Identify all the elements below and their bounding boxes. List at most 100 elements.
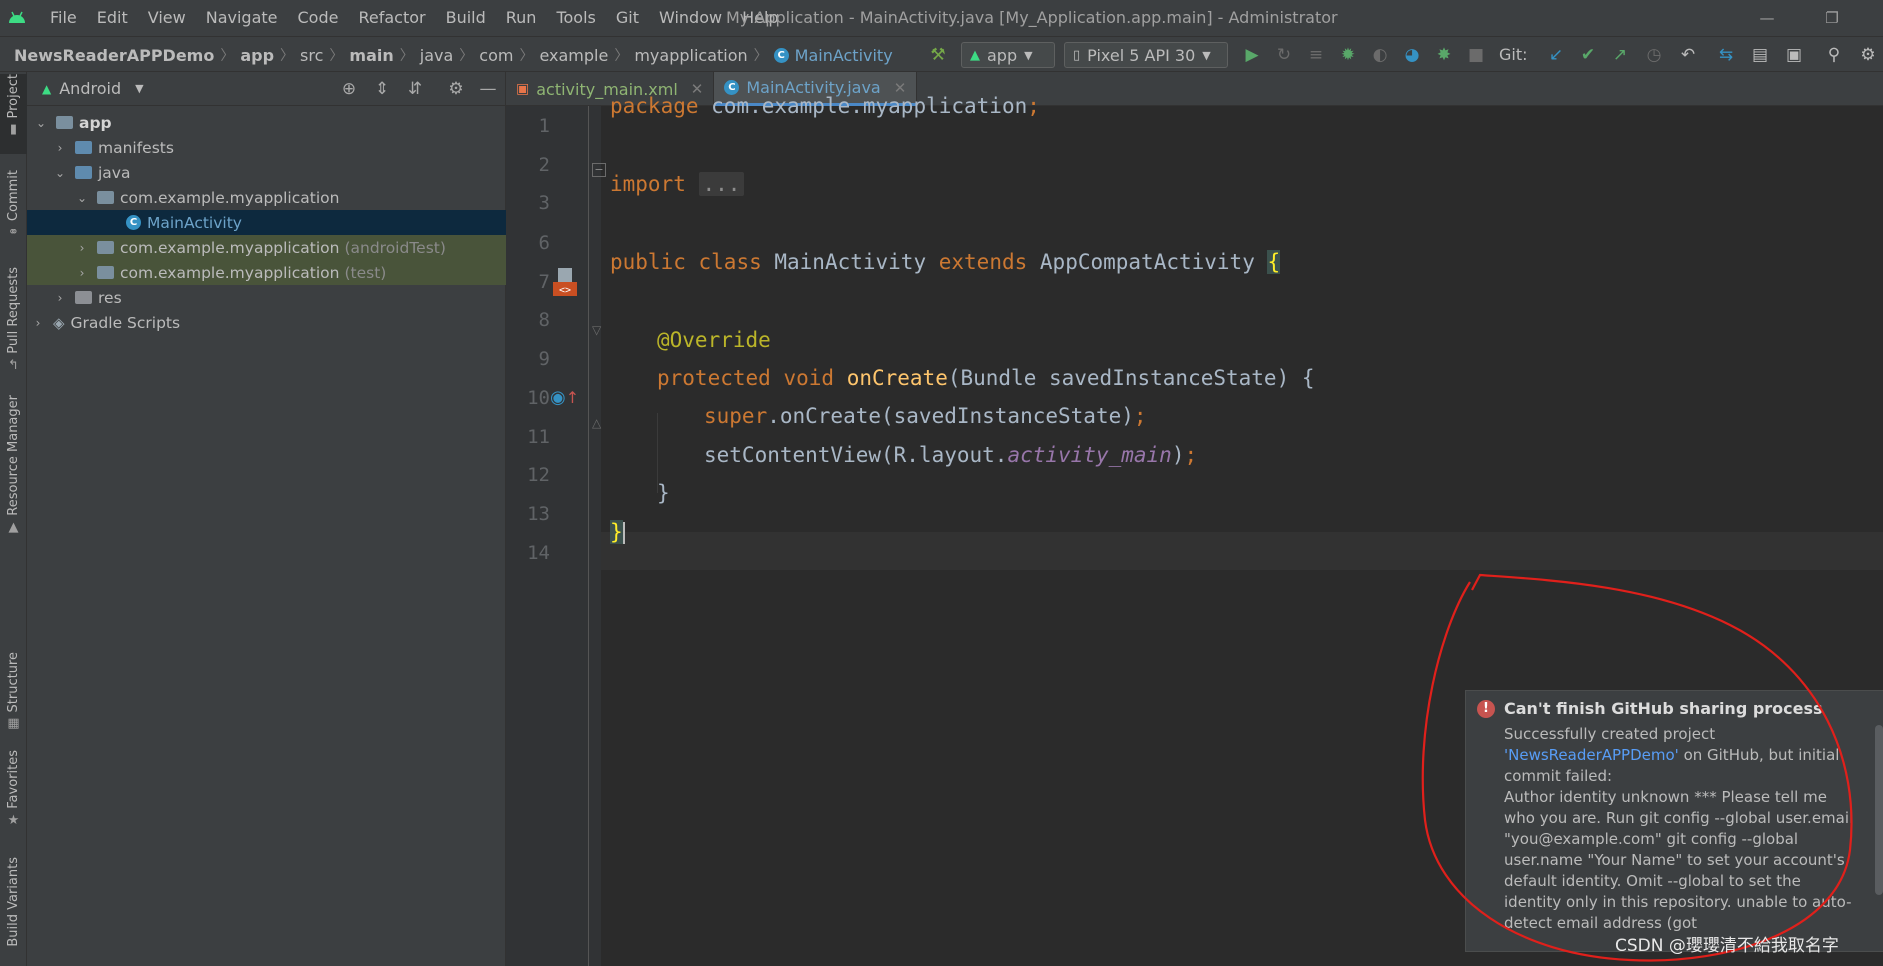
- code-line-7: public class MainActivity extends AppCom…: [610, 250, 1281, 274]
- tree-item-package-androidtest[interactable]: › com.example.myapplication (androidTest…: [27, 235, 506, 260]
- code-token: package: [610, 94, 699, 118]
- tree-item-package-test[interactable]: › com.example.myapplication (test): [27, 260, 506, 285]
- hide-panel-icon[interactable]: —: [475, 72, 501, 106]
- apply-changes-icon[interactable]: ↻: [1272, 37, 1296, 73]
- coverage-icon[interactable]: ◐: [1368, 37, 1392, 73]
- svg-text:<>: <>: [559, 285, 571, 296]
- apply-code-changes-icon[interactable]: ≡: [1304, 37, 1328, 73]
- run-icon[interactable]: ▶: [1240, 37, 1264, 73]
- code-token: ;: [1027, 94, 1040, 118]
- override-marker-icon[interactable]: ◉↑: [550, 387, 580, 411]
- profile-icon[interactable]: ◕: [1400, 37, 1424, 73]
- menu-build[interactable]: Build: [436, 0, 496, 36]
- run-config-select[interactable]: ▲ app ▼: [961, 42, 1055, 68]
- tree-item-label: Gradle Scripts: [70, 313, 181, 332]
- tool-tab-structure[interactable]: Structure ▦: [0, 652, 27, 737]
- settings-gear-icon[interactable]: ⚙: [443, 72, 469, 106]
- sync-gradle-icon[interactable]: ⇆: [1714, 37, 1738, 73]
- collapse-all-icon[interactable]: ⇵: [402, 72, 428, 106]
- git-push-icon[interactable]: ↗: [1608, 37, 1632, 73]
- crumb-project[interactable]: NewsReaderAPPDemo: [14, 46, 214, 65]
- res-folder-icon: [75, 291, 92, 304]
- watermark: CSDN @瓔瓔清不給我取名字: [1615, 936, 1839, 956]
- code-token: ;: [1133, 404, 1147, 428]
- menu-run[interactable]: Run: [496, 0, 547, 36]
- menu-edit[interactable]: Edit: [87, 0, 138, 36]
- debug-icon[interactable]: ✹: [1336, 37, 1360, 73]
- stop-icon[interactable]: ■: [1464, 37, 1488, 73]
- menu-navigate[interactable]: Navigate: [196, 0, 288, 36]
- attach-debugger-icon[interactable]: ✸: [1432, 37, 1456, 73]
- menu-refactor[interactable]: Refactor: [348, 0, 435, 36]
- tool-tab-resource-manager-label: Resource Manager: [6, 395, 21, 516]
- code-token: @Override: [657, 328, 771, 352]
- menu-file[interactable]: File: [40, 0, 87, 36]
- build-hammer-icon[interactable]: ⚒: [926, 37, 950, 73]
- device-select[interactable]: ▯ Pixel 5 API 30 ▼: [1064, 42, 1228, 68]
- settings-gear-icon[interactable]: ⚙: [1856, 37, 1880, 73]
- tool-tab-project[interactable]: Project ▮: [0, 74, 27, 154]
- menu-bar: File Edit View Navigate Code Refactor Bu…: [40, 0, 789, 36]
- code-token: ): [1171, 443, 1185, 467]
- fold-marker-icon[interactable]: ▽: [592, 323, 606, 337]
- crumb-main[interactable]: main: [349, 46, 393, 65]
- locate-file-icon[interactable]: ⊕: [336, 72, 362, 106]
- tool-tab-build-variants[interactable]: Build Variants: [0, 857, 27, 957]
- rollback-icon[interactable]: ↶: [1676, 37, 1700, 73]
- tool-tab-commit[interactable]: Commit ⚭: [0, 170, 27, 244]
- crumb-myapplication[interactable]: myapplication: [634, 46, 747, 65]
- git-update-icon[interactable]: ↙: [1544, 37, 1568, 73]
- menu-tools[interactable]: Tools: [546, 0, 605, 36]
- tree-item-java[interactable]: ⌄ java: [27, 160, 506, 185]
- fold-toggle-icon[interactable]: −: [592, 163, 606, 177]
- restore-button[interactable]: ❐: [1809, 0, 1855, 36]
- project-view-select[interactable]: ▲ Android ▼: [42, 79, 144, 98]
- tool-tab-resource-manager[interactable]: Resource Manager ▲: [0, 395, 27, 540]
- tree-item-package-main[interactable]: ⌄ com.example.myapplication: [27, 185, 506, 210]
- tree-item-mainactivity[interactable]: C MainActivity: [27, 210, 506, 235]
- crumb-example[interactable]: example: [539, 46, 608, 65]
- crumb-java[interactable]: java: [420, 46, 454, 65]
- menu-view[interactable]: View: [138, 0, 196, 36]
- line-number: 8: [538, 309, 550, 331]
- layout-xml-icon: ▣: [516, 81, 530, 97]
- sdk-manager-icon[interactable]: ▣: [1782, 37, 1806, 73]
- tree-item-manifests[interactable]: › manifests: [27, 135, 506, 160]
- tree-item-app[interactable]: ⌄ app: [27, 110, 506, 135]
- code-token: super: [704, 404, 768, 428]
- project-view-label: Android: [59, 79, 122, 98]
- avd-manager-icon[interactable]: ▤: [1748, 37, 1772, 73]
- crumb-com[interactable]: com: [479, 46, 513, 65]
- expand-all-icon[interactable]: ⇕: [369, 72, 395, 106]
- notification-text: Successfully created project: [1504, 725, 1716, 743]
- git-commit-icon[interactable]: ✔: [1576, 37, 1600, 73]
- tree-item-gradle-scripts[interactable]: › ◈ Gradle Scripts: [27, 310, 506, 335]
- project-link[interactable]: 'NewsReaderAPPDemo': [1504, 746, 1679, 764]
- fold-marker-icon[interactable]: △: [592, 416, 606, 430]
- pull-request-icon: ↰: [8, 357, 19, 373]
- search-icon[interactable]: ⚲: [1822, 37, 1846, 73]
- folded-imports[interactable]: ...: [698, 172, 745, 196]
- notification-scrollbar[interactable]: [1875, 725, 1883, 895]
- layout-preview-gutter-icon[interactable]: <>: [552, 266, 578, 298]
- crumb-mainactivity[interactable]: MainActivity: [795, 46, 893, 65]
- tool-tab-pull-requests[interactable]: Pull Requests ↰: [0, 267, 27, 377]
- tool-tab-favorites[interactable]: Favorites ★: [0, 750, 27, 835]
- tool-tab-project-label: Project: [6, 74, 21, 119]
- crumb-src[interactable]: src: [300, 46, 323, 65]
- crumb-app[interactable]: app: [240, 46, 274, 65]
- chevron-right-icon: ›: [35, 315, 41, 330]
- gutter-divider: [588, 106, 589, 966]
- notification-body: Successfully created project 'NewsReader…: [1504, 724, 1860, 934]
- code-token: ;: [1184, 443, 1198, 467]
- menu-git[interactable]: Git: [606, 0, 649, 36]
- android-icon: ▲: [42, 81, 52, 96]
- code-line-9: @Override: [657, 328, 771, 352]
- line-number: 11: [527, 426, 550, 448]
- minimize-button[interactable]: —: [1744, 0, 1790, 36]
- history-icon[interactable]: ◷: [1642, 37, 1666, 73]
- menu-window[interactable]: Window: [649, 0, 732, 36]
- tree-item-res[interactable]: › res: [27, 285, 506, 310]
- notification-balloon[interactable]: ! Can't finish GitHub sharing process Su…: [1465, 690, 1883, 952]
- menu-code[interactable]: Code: [288, 0, 349, 36]
